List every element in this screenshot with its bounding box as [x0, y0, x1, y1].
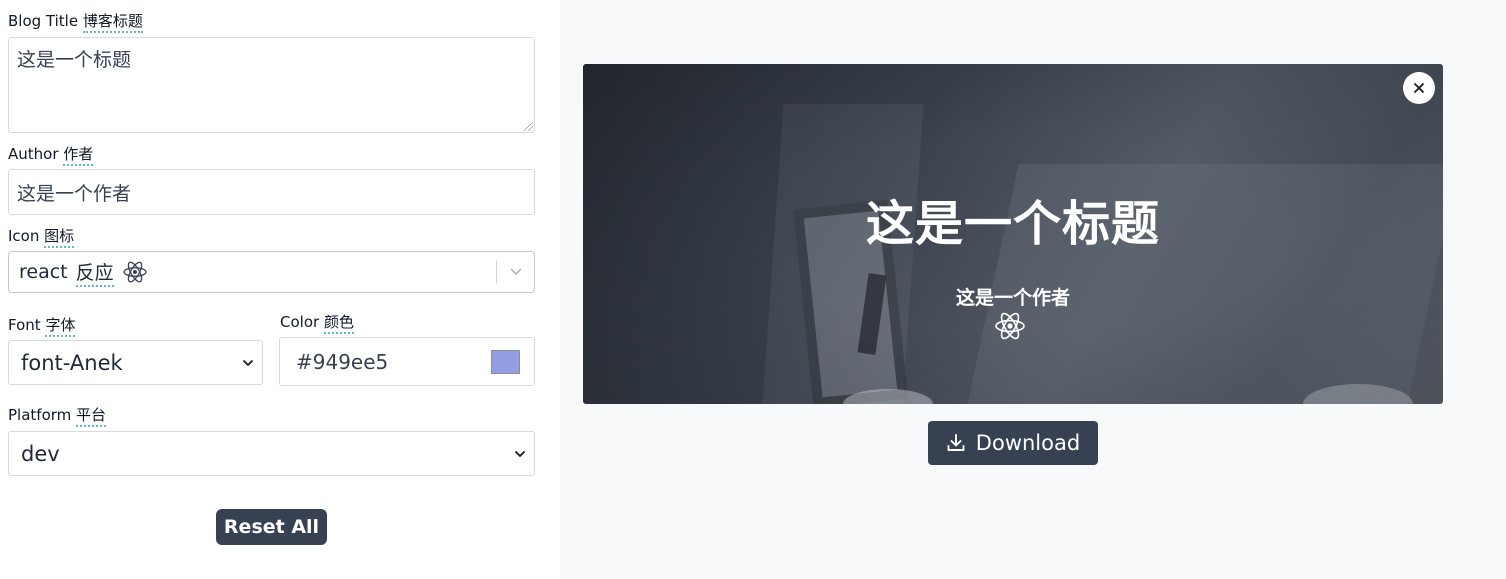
font-label-zh: 字体 [45, 316, 76, 337]
font-select-value: font-Anek [21, 350, 123, 375]
author-label-en: Author [8, 145, 59, 163]
chevron-down-icon [514, 450, 526, 457]
blog-title-label: Blog Title 博客标题 [8, 12, 143, 33]
icon-select-value: react 反应 [19, 258, 496, 287]
chevron-down-icon[interactable] [497, 252, 534, 292]
author-label: Author 作者 [8, 145, 94, 166]
editor-form: Blog Title 博客标题 这是一个标题 Author 作者 Icon 图标… [0, 0, 560, 579]
font-label-en: Font [8, 316, 41, 334]
react-icon [995, 312, 1025, 340]
blog-title-label-zh: 博客标题 [82, 12, 143, 33]
author-label-zh: 作者 [63, 145, 94, 166]
download-button[interactable]: Download [928, 421, 1098, 465]
font-select[interactable]: font-Anek [8, 340, 263, 385]
preview-panel: 这是一个标题 这是一个作者 Download [560, 0, 1506, 579]
resize-grip-icon[interactable] [524, 122, 533, 131]
platform-label: Platform 平台 [8, 406, 107, 427]
author-input[interactable] [8, 169, 535, 215]
react-icon [122, 261, 147, 283]
color-swatch[interactable] [491, 350, 520, 374]
color-label-en: Color [280, 313, 320, 331]
platform-label-zh: 平台 [76, 406, 107, 427]
preview-title: 这是一个标题 [865, 196, 1160, 252]
preview-author: 这是一个作者 [955, 287, 1070, 309]
color-field[interactable]: #949ee5 [279, 337, 535, 386]
blog-title-label-en: Blog Title [8, 12, 79, 30]
color-hex-value[interactable]: #949ee5 [296, 338, 388, 385]
color-label-zh: 颜色 [323, 313, 354, 334]
font-label: Font 字体 [8, 316, 76, 337]
icon-label-zh: 图标 [44, 227, 75, 248]
cover-preview: 这是一个标题 这是一个作者 [583, 64, 1443, 404]
icon-select-value-zh: 反应 [75, 258, 114, 287]
icon-select[interactable]: react 反应 [8, 251, 535, 293]
platform-select-value: dev [21, 441, 60, 466]
blog-title-input[interactable]: 这是一个标题 [8, 37, 535, 133]
close-button[interactable] [1403, 72, 1435, 104]
reset-all-button[interactable]: Reset All [216, 509, 327, 545]
close-icon [1413, 82, 1425, 94]
icon-select-value-en: react [19, 261, 68, 283]
platform-label-en: Platform [8, 406, 72, 424]
icon-label: Icon 图标 [8, 227, 75, 248]
platform-select[interactable]: dev [8, 431, 535, 476]
download-icon [947, 434, 965, 451]
download-label: Download [975, 431, 1081, 455]
icon-label-en: Icon [8, 227, 40, 245]
app-root: Blog Title 博客标题 这是一个标题 Author 作者 Icon 图标… [0, 0, 1506, 579]
chevron-down-icon [242, 359, 254, 366]
color-label: Color 颜色 [280, 313, 354, 334]
